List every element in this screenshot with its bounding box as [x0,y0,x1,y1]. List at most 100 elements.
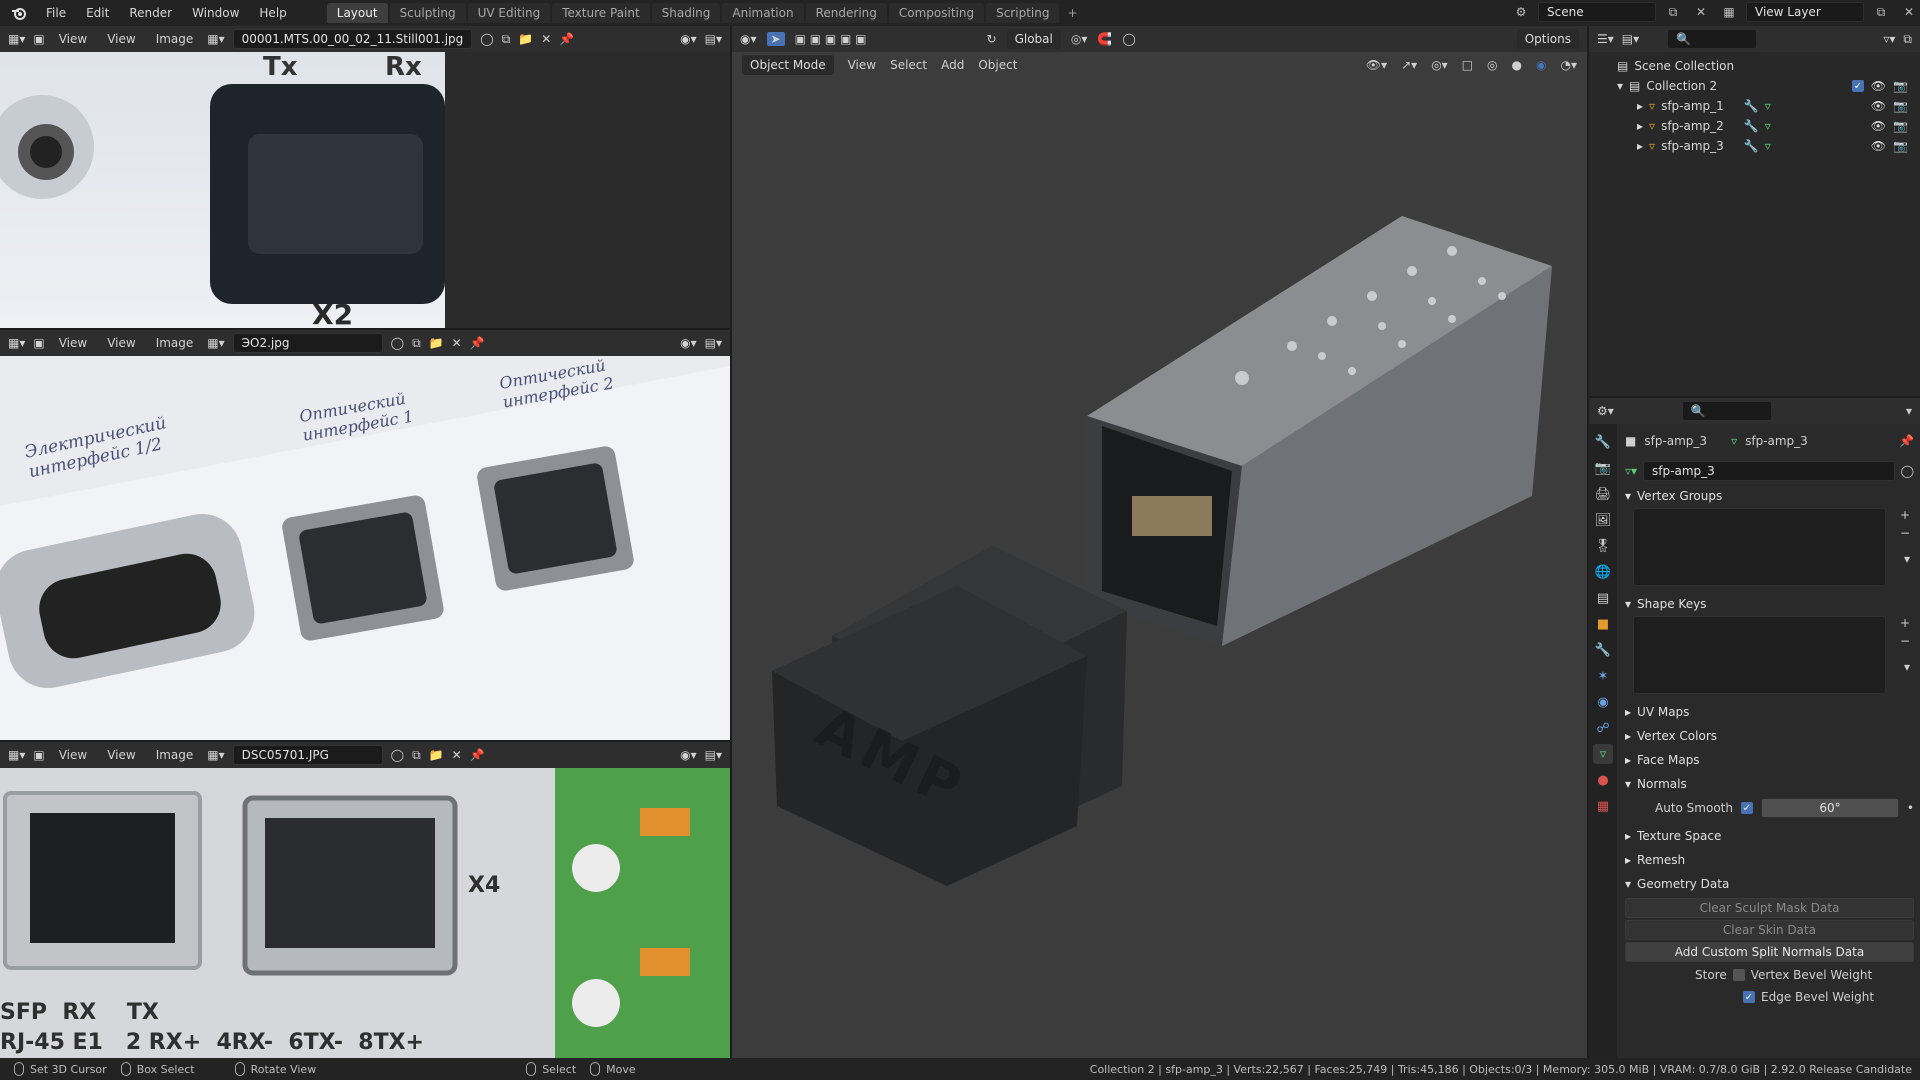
panel-vertex-colors[interactable]: ▸ Vertex Colors [1625,724,1914,748]
add-custom-split-normals-button[interactable]: Add Custom Split Normals Data [1625,942,1914,962]
display-channels-icon[interactable]: ▤▾ [705,748,722,762]
edge-bevel-checkbox[interactable]: ✓ [1743,991,1755,1003]
panel-normals[interactable]: ▾ Normals [1625,772,1914,796]
camera-icon[interactable]: 📷 [1893,79,1908,93]
gizmo-toggle-icon[interactable]: ◉▾ [680,336,697,350]
panel-shape-keys[interactable]: ▾ Shape Keys [1625,592,1914,616]
panel-face-maps[interactable]: ▸ Face Maps [1625,748,1914,772]
fake-user-icon[interactable]: ◯ [391,748,404,762]
panel-vertex-groups[interactable]: ▾ Vertex Groups [1625,484,1914,508]
texture-tab-icon[interactable]: ▦ [1593,796,1613,816]
tool-tab-icon[interactable]: 🔧 [1593,432,1613,452]
view-mode-icon[interactable]: ▣ [33,32,44,46]
vertex-group-specials-icon[interactable]: ▾ [1904,552,1910,566]
scene-icon[interactable]: ⚙ [1510,2,1532,22]
material-tab-icon[interactable]: ● [1593,770,1613,790]
expand-arrow-icon[interactable]: ▸ [1637,99,1643,113]
pin-icon[interactable]: 📌 [1899,434,1914,448]
panel-uv-maps[interactable]: ▸ UV Maps [1625,700,1914,724]
outliner-search-input[interactable]: 🔍 [1667,29,1758,49]
editor-type-icon[interactable]: ⚙▾ [1597,404,1614,418]
fake-user-icon[interactable]: ◯ [480,32,493,46]
editor-type-icon[interactable]: ▦▾ [8,336,25,350]
view-dropdown[interactable]: View [53,748,93,762]
new-image-icon[interactable]: ⧉ [412,336,421,351]
mesh-browse-icon[interactable]: ▿▾ [1625,464,1637,478]
view-mode-icon[interactable]: ▣ [33,748,44,762]
new-image-icon[interactable]: ⧉ [502,32,511,47]
camera-icon[interactable]: 📷 [1893,139,1908,153]
constraints-tab-icon[interactable]: ☍ [1593,718,1613,738]
image-menu[interactable]: Image [150,336,200,350]
open-image-icon[interactable]: 📁 [429,748,444,762]
editor-type-icon[interactable]: ☰▾ [1597,32,1614,46]
physics-tab-icon[interactable]: ◉ [1593,692,1613,712]
menu-render[interactable]: Render [119,0,182,26]
image-browse-icon[interactable]: ▦▾ [207,336,224,350]
clear-skin-data-button[interactable]: Clear Skin Data [1625,920,1914,940]
editor-type-icon[interactable]: ▦▾ [8,748,25,762]
properties-search-input[interactable]: 🔍 [1681,401,1772,421]
tab-sculpting[interactable]: Sculpting [389,3,466,23]
new-collection-icon[interactable]: ⧉ [1903,32,1912,47]
add-shape-key-icon[interactable]: + [1900,616,1910,630]
delete-view-layer-icon[interactable]: ✕ [1898,2,1920,22]
display-channels-icon[interactable]: ▤▾ [705,336,722,350]
view-layer-icon[interactable]: ▦ [1718,2,1740,22]
image-canvas-2[interactable]: Электрический интерфейс 1/2 Оптический и… [0,356,730,740]
menu-edit[interactable]: Edit [76,0,119,26]
tab-layout[interactable]: Layout [326,3,388,23]
pin-icon[interactable]: 📌 [470,748,485,762]
view-mode-icon[interactable]: ▣ [33,336,44,350]
expand-arrow-icon[interactable]: ▾ [1617,79,1623,93]
view-menu[interactable]: View [101,748,141,762]
pin-icon[interactable]: 📌 [470,336,485,350]
panel-geometry-data[interactable]: ▾ Geometry Data [1625,872,1914,896]
image-name-field[interactable]: DSC05701.JPG [232,745,383,765]
camera-icon[interactable]: 📷 [1893,119,1908,133]
open-image-icon[interactable]: 📁 [518,32,533,46]
view-layer-tab-icon[interactable]: 🖼 [1593,510,1613,530]
tab-texture-paint[interactable]: Texture Paint [552,3,650,23]
unlink-image-icon[interactable]: ✕ [452,748,462,762]
tab-compositing[interactable]: Compositing [888,3,985,23]
new-scene-icon[interactable]: ⧉ [1662,2,1684,22]
new-image-icon[interactable]: ⧉ [412,748,421,763]
editor-type-icon[interactable]: ▦▾ [8,32,25,46]
add-vertex-group-icon[interactable]: + [1900,508,1910,522]
tab-uv-editing[interactable]: UV Editing [467,3,551,23]
tab-scripting[interactable]: Scripting [986,3,1060,23]
remove-vertex-group-icon[interactable]: − [1900,526,1910,540]
unlink-image-icon[interactable]: ✕ [452,336,462,350]
open-image-icon[interactable]: 📁 [429,336,444,350]
vertex-bevel-checkbox[interactable] [1732,969,1745,981]
menu-help[interactable]: Help [249,0,296,26]
outliner-scene-collection[interactable]: ▤ Scene Collection [1589,56,1920,76]
panel-remesh[interactable]: ▸ Remesh [1625,848,1914,872]
fake-user-icon[interactable]: ◯ [391,336,404,350]
display-mode-icon[interactable]: ▤▾ [1622,32,1639,46]
delete-scene-icon[interactable]: ✕ [1690,2,1712,22]
gizmo-toggle-icon[interactable]: ◉▾ [680,748,697,762]
mesh-data-icon[interactable]: ▿ [1765,119,1771,133]
view-dropdown[interactable]: View [53,336,93,350]
view-layer-field[interactable]: View Layer [1746,2,1864,22]
expand-arrow-icon[interactable]: ▸ [1637,139,1643,153]
outliner-object-row[interactable]: ▸ ▿ sfp-amp_2 🔧 ▿ 👁 📷 [1589,116,1920,136]
mesh-data-tab-icon[interactable]: ▿ [1593,744,1613,764]
menu-file[interactable]: File [36,0,76,26]
modifier-wrench-icon[interactable]: 🔧 [1744,119,1759,133]
auto-smooth-checkbox[interactable]: ✓ [1740,802,1753,814]
gizmo-toggle-icon[interactable]: ◉▾ [680,32,697,46]
pin-icon[interactable]: 📌 [559,32,574,46]
panel-texture-space[interactable]: ▸ Texture Space [1625,824,1914,848]
scene-tab-icon[interactable]: 🎖 [1593,536,1613,556]
image-menu[interactable]: Image [150,748,200,762]
clear-sculpt-mask-button[interactable]: Clear Sculpt Mask Data [1625,898,1914,918]
menu-window[interactable]: Window [182,0,249,26]
object-tab-icon[interactable]: ■ [1593,614,1613,634]
tab-shading[interactable]: Shading [651,3,721,23]
auto-smooth-angle-field[interactable]: 60° [1760,798,1899,818]
display-channels-icon[interactable]: ▤▾ [705,32,722,46]
image-browse-icon[interactable]: ▦▾ [207,748,224,762]
